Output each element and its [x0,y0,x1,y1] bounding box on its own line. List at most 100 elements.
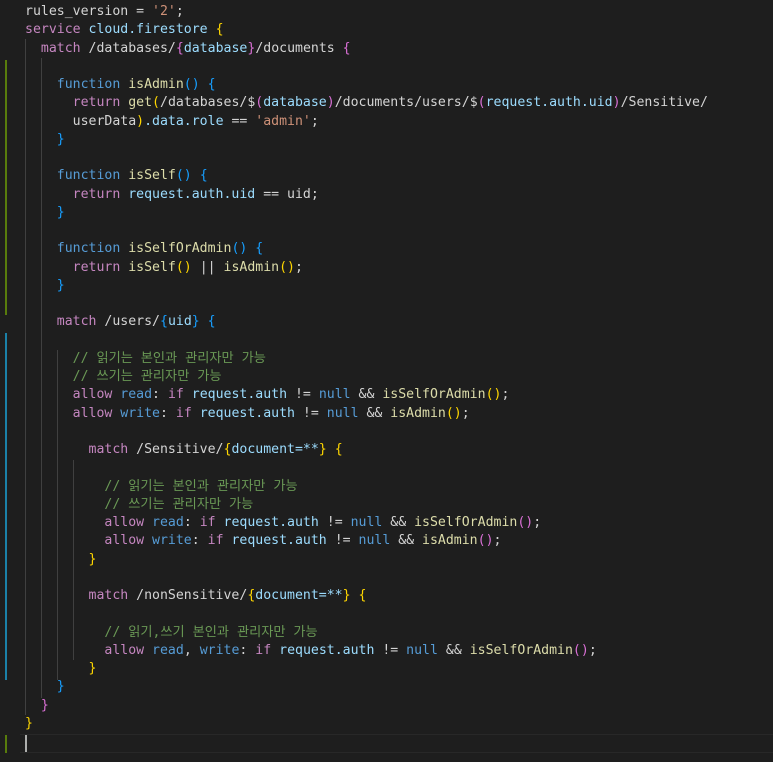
code-line[interactable]: match /nonSensitive/{document=**} { [25,587,708,605]
code-line[interactable]: } [25,204,708,222]
gutter-modified-marker [5,333,7,680]
code-token: { [326,442,343,457]
code-line[interactable]: ​ [25,149,708,167]
code-token: isSelfOrAdmin [414,515,518,530]
code-token: if [207,533,232,549]
code-line[interactable]: return get(/databases/$(database)/docume… [25,94,708,112]
code-line[interactable]: } [25,277,708,295]
code-token: isAdmin [223,259,280,275]
code-token: != [318,515,351,530]
code-token: || [191,259,224,275]
code-token: : [159,405,176,421]
code-token: () [183,77,208,92]
code-editor[interactable]: rules_version = '2'; service cloud.firest… [0,0,773,762]
code-line[interactable]: ​ [25,733,708,751]
code-line[interactable]: } [25,697,708,715]
code-token: /documents [255,40,343,56]
code-line[interactable]: allow read: if request.auth != null && i… [25,386,708,404]
code-token: { [199,168,208,184]
code-token: allow [25,387,121,403]
code-line[interactable]: allow read: if request.auth != null && i… [25,514,708,532]
code-token: request.auth [223,515,319,530]
code-line[interactable]: ​ [25,569,708,587]
code-line[interactable]: } [25,131,708,149]
code-token: && [437,642,470,658]
code-token: ) [612,95,621,111]
code-line[interactable]: return isSelf() || isAdmin(); [25,259,708,277]
code-line[interactable]: ​ [25,459,708,477]
code-token: } [318,442,327,457]
code-token: () [445,405,462,421]
code-token: match [25,314,105,330]
code-token: () [279,259,295,275]
code-line[interactable]: ​ [25,332,708,350]
code-token: () [175,168,200,184]
code-token: allow [25,515,153,530]
code-token: } [25,661,97,676]
code-line[interactable]: allow write: if request.auth != null && … [25,532,708,550]
code-token: { [207,77,216,92]
code-token: null [406,642,438,658]
code-line[interactable]: ​ [25,605,708,623]
code-token: } [25,277,65,293]
code-line[interactable]: } [25,678,708,696]
code-token: () [572,642,589,658]
code-token: uid [167,314,192,330]
code-line[interactable]: // 읽기,쓰기 본인과 관리자만 가능 [25,624,708,642]
code-line[interactable]: ​ [25,295,708,313]
code-token: ; [501,387,510,403]
code-line[interactable]: // 쓰기는 관리자만 가능 [25,496,708,514]
code-line[interactable]: } [25,551,708,569]
code-token: return [25,186,129,202]
code-token: database [183,40,248,56]
code-token: // 쓰기는 관리자만 가능 [25,369,222,384]
code-line[interactable]: } [25,660,708,678]
code-line[interactable]: allow read, write: if request.auth != nu… [25,642,708,660]
code-token: // 쓰기는 관리자만 가능 [25,496,254,512]
code-token: userData [25,113,137,129]
code-token: () [477,533,494,549]
code-token: isSelf [128,168,176,184]
code-line[interactable]: allow write: if request.auth != null && … [25,405,708,423]
code-line[interactable]: rules_version = '2'; [25,3,708,21]
code-line[interactable]: // 읽기는 본인과 관리자만 가능 [25,478,708,496]
code-token: function [25,77,129,92]
code-token: ) [326,95,335,111]
code-line[interactable]: match /users/{uid} { [25,313,708,331]
code-line[interactable]: userData).data.role == 'admin'; [25,113,708,131]
code-token: /nonSensitive/ [136,588,248,603]
code-token: allow [25,533,153,549]
code-token: { [342,40,351,56]
code-line[interactable]: // 쓰기는 관리자만 가능 [25,368,708,386]
code-token: isSelfOrAdmin [128,241,232,257]
code-token: : [239,642,256,658]
code-token: } [25,131,65,147]
code-line[interactable]: } [25,715,708,733]
code-line[interactable]: function isAdmin() { [25,76,708,94]
code-token: .data.role [144,113,224,129]
code-line[interactable]: match /databases/{database}/documents { [25,40,708,58]
code-line[interactable]: ​ [25,58,708,76]
code-token: && [390,533,423,549]
code-token: } [25,204,65,220]
code-line[interactable]: service cloud.firestore { [25,21,708,39]
code-line[interactable]: ​ [25,423,708,441]
code-line[interactable]: ​ [25,222,708,240]
code-line[interactable]: function isSelf() { [25,167,708,185]
code-line[interactable]: match /Sensitive/{document=**} { [25,441,708,459]
code-token: } [25,715,33,731]
code-line[interactable]: return request.auth.uid == uid; [25,186,708,204]
code-token: isAdmin [422,533,478,549]
code-token: { [255,241,264,257]
code-token: /Sensitive/ [136,442,224,457]
code-token: '2' [152,4,176,19]
code-token: : [191,533,208,549]
code-token: == uid; [255,186,319,202]
code-token: cloud.firestore [88,22,216,38]
code-token: ; [533,515,542,530]
code-lines[interactable]: rules_version = '2'; service cloud.firest… [25,3,708,751]
code-line[interactable]: // 읽기는 본인과 관리자만 가능 [25,350,708,368]
code-token: // 읽기는 본인과 관리자만 가능 [25,478,298,494]
code-line[interactable]: function isSelfOrAdmin() { [25,240,708,258]
gutter-added-marker [5,60,7,315]
